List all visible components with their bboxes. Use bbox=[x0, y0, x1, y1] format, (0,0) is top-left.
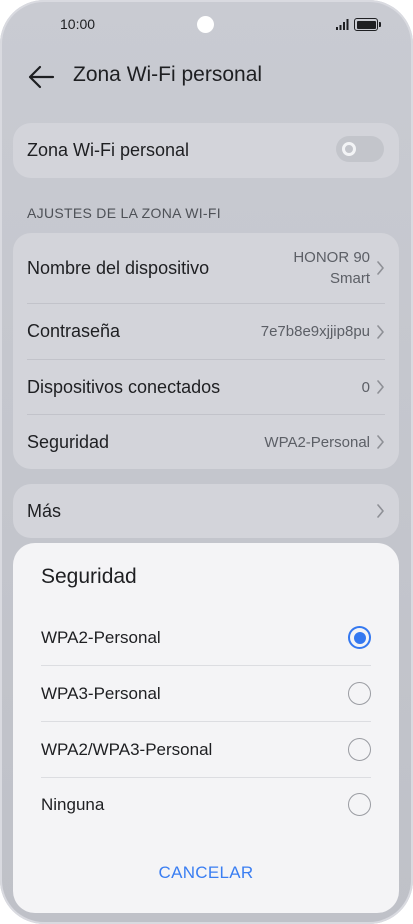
hotspot-toggle-card[interactable]: Zona Wi-Fi personal bbox=[13, 123, 399, 178]
more-card[interactable]: Más bbox=[13, 484, 399, 538]
radio-button[interactable] bbox=[348, 793, 371, 816]
hotspot-settings-card: Nombre del dispositivo HONOR 90 Smart Co… bbox=[13, 233, 399, 469]
battery-icon bbox=[354, 18, 381, 31]
password-value: 7e7b8e9xjjip8pu bbox=[260, 323, 370, 340]
settings-item-security[interactable]: Seguridad WPA2-Personal bbox=[27, 415, 385, 469]
security-option-wpa2[interactable]: WPA2-Personal bbox=[41, 610, 371, 665]
hotspot-toggle-label: Zona Wi-Fi personal bbox=[27, 140, 190, 160]
chevron-right-icon bbox=[377, 380, 384, 394]
radio-button[interactable] bbox=[348, 682, 371, 705]
connected-devices-label: Dispositivos conectados bbox=[27, 376, 221, 397]
option-label: WPA2-Personal bbox=[41, 627, 161, 647]
more-label: Más bbox=[27, 500, 62, 521]
password-label: Contraseña bbox=[27, 321, 121, 341]
status-bar: 10:00 bbox=[0, 0, 413, 50]
section-title: AJUSTES DE LA ZONA WI-FI bbox=[27, 205, 221, 221]
radio-button[interactable] bbox=[348, 738, 371, 761]
connected-devices-value: 0 bbox=[361, 378, 370, 396]
page-title: Zona Wi-Fi personal bbox=[73, 63, 263, 86]
signal-icon bbox=[336, 19, 349, 30]
device-name-value-line2: Smart bbox=[329, 270, 370, 287]
toggle-knob bbox=[342, 142, 356, 156]
cancel-button[interactable]: CANCELAR bbox=[13, 863, 399, 883]
phone-screen: 10:00 Zona Wi-Fi personal Zona Wi-Fi per… bbox=[0, 0, 413, 924]
option-label: WPA2/WPA3-Personal bbox=[41, 739, 213, 759]
security-dialog: Seguridad WPA2-Personal WPA3-Personal WP… bbox=[13, 543, 399, 913]
device-name-label: Nombre del dispositivo bbox=[27, 257, 210, 278]
settings-item-connected-devices[interactable]: Dispositivos conectados 0 bbox=[27, 360, 385, 414]
security-label: Seguridad bbox=[27, 431, 110, 452]
settings-item-password[interactable]: Contraseña 7e7b8e9xjjip8pu bbox=[27, 304, 385, 359]
device-name-value-line1: HONOR 90 bbox=[293, 249, 370, 266]
option-label: WPA3-Personal bbox=[41, 683, 161, 703]
chevron-right-icon bbox=[377, 504, 384, 518]
option-label: Ninguna bbox=[41, 794, 105, 814]
settings-item-device-name[interactable]: Nombre del dispositivo HONOR 90 Smart bbox=[27, 233, 385, 303]
device-name-value: HONOR 90 Smart bbox=[293, 247, 370, 289]
back-arrow-icon[interactable] bbox=[27, 64, 55, 90]
security-option-wpa2-wpa3[interactable]: WPA2/WPA3-Personal bbox=[41, 722, 371, 777]
chevron-right-icon bbox=[377, 435, 384, 449]
chevron-right-icon bbox=[377, 324, 384, 339]
front-camera bbox=[197, 16, 214, 33]
dialog-title: Seguridad bbox=[41, 565, 137, 588]
radio-button-selected[interactable] bbox=[348, 626, 371, 649]
security-option-none[interactable]: Ninguna bbox=[41, 777, 371, 832]
security-value: WPA2-Personal bbox=[264, 433, 370, 451]
security-option-wpa3[interactable]: WPA3-Personal bbox=[41, 666, 371, 721]
hotspot-toggle-switch[interactable] bbox=[336, 136, 384, 162]
status-time: 10:00 bbox=[60, 16, 96, 32]
chevron-right-icon bbox=[377, 261, 384, 275]
